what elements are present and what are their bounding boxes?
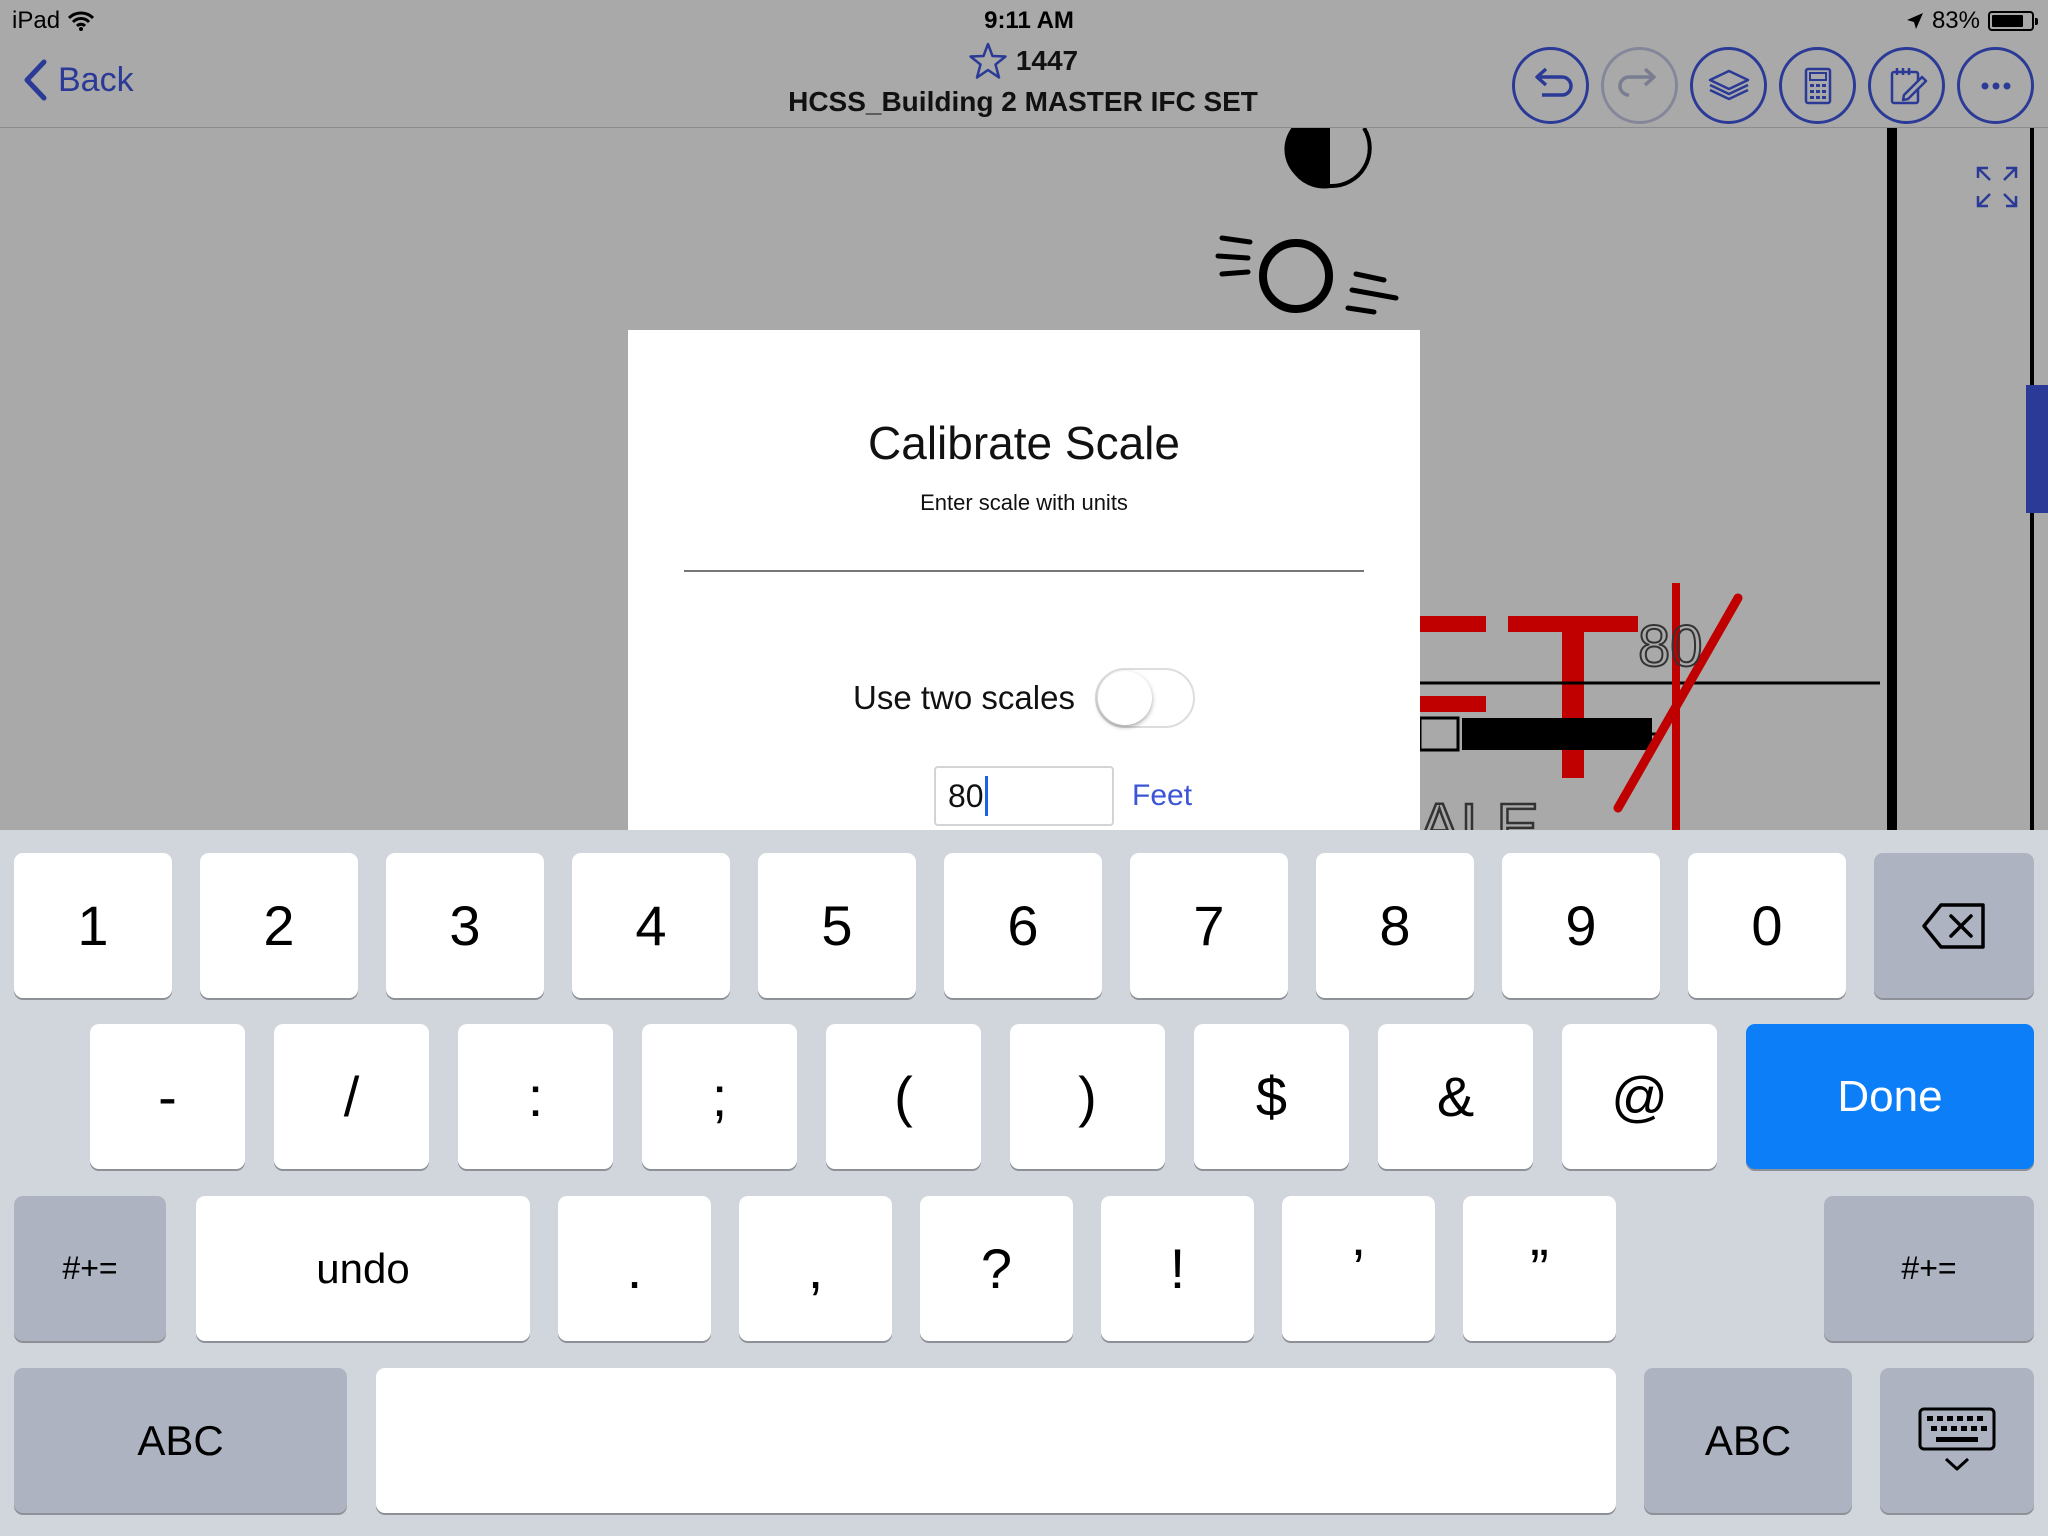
sheet-number: 1447 xyxy=(1015,45,1079,76)
undo-button[interactable] xyxy=(1512,47,1589,124)
more-icon xyxy=(1981,82,2010,89)
divider xyxy=(684,570,1364,572)
key-apostrophe[interactable]: ’ xyxy=(1282,1196,1435,1341)
key-0[interactable]: 0 xyxy=(1688,853,1846,998)
scrollbar-thumb[interactable] xyxy=(2026,385,2048,513)
keyboard-dismiss-icon xyxy=(1918,1407,1996,1470)
expand-icon[interactable] xyxy=(1974,164,2020,210)
dismiss-keyboard-key[interactable] xyxy=(1880,1368,2034,1513)
scale-row: 80 Feet xyxy=(934,766,1192,826)
toolbar xyxy=(1512,47,2034,124)
undo-icon xyxy=(1534,67,1573,97)
key-slash[interactable]: / xyxy=(274,1024,429,1169)
scale-input[interactable]: 80 xyxy=(934,766,1114,826)
clock: 9:11 AM xyxy=(984,7,1074,34)
key-open-paren[interactable]: ( xyxy=(826,1024,981,1169)
key-period[interactable]: . xyxy=(558,1196,711,1341)
two-scales-toggle[interactable] xyxy=(1094,668,1195,728)
key-9[interactable]: 9 xyxy=(1502,853,1660,998)
done-key[interactable]: Done xyxy=(1746,1024,2034,1169)
abc-key-right[interactable]: ABC xyxy=(1644,1368,1852,1513)
keyboard: 1 2 3 4 5 6 7 8 9 0 - / : ; ( ) $ & @ Do… xyxy=(0,830,2048,1536)
key-close-paren[interactable]: ) xyxy=(1010,1024,1165,1169)
space-key[interactable] xyxy=(376,1368,1616,1513)
key-semicolon[interactable]: ; xyxy=(642,1024,797,1169)
key-question[interactable]: ? xyxy=(920,1196,1073,1341)
redo-button[interactable] xyxy=(1601,47,1678,124)
key-hyphen[interactable]: - xyxy=(90,1024,245,1169)
key-7[interactable]: 7 xyxy=(1130,853,1288,998)
dialog-subtitle: Enter scale with units xyxy=(920,490,1128,515)
abc-key-left[interactable]: ABC xyxy=(14,1368,347,1513)
star-icon[interactable] xyxy=(968,42,1008,80)
key-at[interactable]: @ xyxy=(1562,1024,1717,1169)
key-dollar[interactable]: $ xyxy=(1194,1024,1349,1169)
key-4[interactable]: 4 xyxy=(572,853,730,998)
toggle-knob xyxy=(1097,671,1152,725)
calculator-button[interactable] xyxy=(1779,47,1856,124)
key-2[interactable]: 2 xyxy=(200,853,358,998)
two-scales-row: Use two scales xyxy=(628,668,1420,728)
key-6[interactable]: 6 xyxy=(944,853,1102,998)
battery-icon xyxy=(1988,11,2038,31)
text-caret xyxy=(984,776,988,816)
layers-icon xyxy=(1708,69,1749,100)
layers-button[interactable] xyxy=(1690,47,1767,124)
location-arrow-icon xyxy=(1906,13,1923,29)
key-ampersand[interactable]: & xyxy=(1378,1024,1533,1169)
key-colon[interactable]: : xyxy=(458,1024,613,1169)
key-exclamation[interactable]: ! xyxy=(1101,1196,1254,1341)
drawing-dimension-text: 80 xyxy=(1638,614,1703,679)
key-comma[interactable]: , xyxy=(739,1196,892,1341)
redo-icon xyxy=(1617,67,1656,97)
two-scales-label: Use two scales xyxy=(853,679,1075,716)
dialog-title: Calibrate Scale xyxy=(868,417,1180,469)
notepad-button[interactable] xyxy=(1868,47,1945,124)
more-button[interactable] xyxy=(1957,47,2034,124)
backspace-icon xyxy=(1922,902,1985,949)
key-quote[interactable]: ” xyxy=(1463,1196,1616,1341)
key-3[interactable]: 3 xyxy=(386,853,544,998)
battery-percent: 83% xyxy=(1931,7,1980,34)
drawing-scale-text: ALE xyxy=(1418,790,1539,830)
scale-value: 80 xyxy=(948,777,984,814)
status-bar: iPad 9:11 AM 83% xyxy=(0,0,2048,40)
notepad-icon xyxy=(1890,67,1927,104)
calculator-icon xyxy=(1804,67,1831,104)
key-5[interactable]: 5 xyxy=(758,853,916,998)
key-8[interactable]: 8 xyxy=(1316,853,1474,998)
nav-bar: Back 1447 HCSS_Building 2 MASTER IFC SET xyxy=(0,40,2048,128)
undo-key[interactable]: undo xyxy=(196,1196,530,1341)
unit-selector[interactable]: Feet xyxy=(1132,779,1192,813)
backspace-key[interactable] xyxy=(1874,853,2034,998)
key-1[interactable]: 1 xyxy=(14,853,172,998)
calibrate-scale-dialog: Calibrate Scale Enter scale with units U… xyxy=(628,330,1420,830)
status-right: 83% xyxy=(1906,7,2038,35)
symbols-key-left[interactable]: #+= xyxy=(14,1196,166,1341)
symbols-key-right[interactable]: #+= xyxy=(1824,1196,2034,1341)
